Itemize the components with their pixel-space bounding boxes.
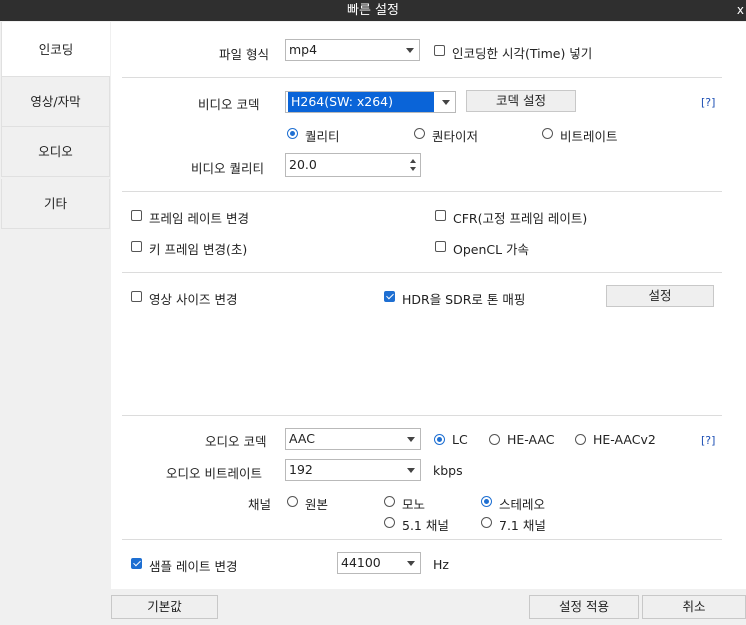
profile-he-aacv2-radio[interactable] (575, 434, 586, 445)
mode-bitrate-label: 비트레이트 (560, 129, 618, 144)
channel-7-1-label: 7.1 채널 (499, 518, 546, 533)
audio-help-link[interactable]: [?] (701, 434, 715, 447)
time-insert-label: 인코딩한 시각(Time) 넣기 (452, 46, 593, 61)
cfr-label: CFR(고정 프레임 레이트) (453, 211, 588, 226)
mode-quantizer-label: 퀀타이저 (432, 129, 479, 144)
tab-list: 인코딩 영상/자막 오디오 기타 (0, 22, 111, 589)
mode-quality-radio[interactable] (287, 128, 298, 139)
channel-7-1-radio[interactable] (481, 517, 492, 528)
tab-etc[interactable]: 기타 (1, 179, 110, 229)
close-icon[interactable]: x (737, 0, 744, 21)
keyframe-change-label: 키 프레임 변경(초) (149, 242, 248, 257)
spin-up-icon[interactable] (410, 159, 416, 163)
window-title: 빠른 설정 (347, 3, 399, 18)
divider (122, 191, 722, 192)
default-button[interactable]: 기본값 (111, 595, 218, 619)
profile-he-aac-label: HE-AAC (507, 432, 555, 447)
video-codec-value: H264(SW: x264) (288, 92, 434, 112)
tab-video-subtitle[interactable]: 영상/자막 (1, 77, 110, 127)
sample-rate-select[interactable]: 44100 (337, 552, 421, 574)
video-quality-value: 20.0 (289, 157, 317, 172)
opencl-label: OpenCL 가속 (453, 242, 530, 257)
chevron-down-icon (407, 561, 415, 566)
chevron-down-icon (407, 437, 415, 442)
chevron-down-icon (407, 468, 415, 473)
title-bar: 빠른 설정 x (0, 0, 746, 21)
divider (122, 77, 722, 78)
audio-bitrate-value: 192 (289, 462, 313, 477)
sample-rate-value: 44100 (341, 555, 381, 570)
video-quality-label: 비디오 퀄리티 (191, 161, 264, 176)
chevron-down-icon (442, 100, 450, 105)
audio-codec-select[interactable]: AAC (285, 428, 421, 450)
mode-quality-label: 퀄리티 (305, 129, 340, 144)
frame-rate-change-checkbox[interactable] (131, 210, 142, 221)
channel-5-1-label: 5.1 채널 (402, 518, 449, 533)
profile-lc-label: LC (452, 432, 468, 447)
audio-bitrate-unit: kbps (433, 463, 463, 478)
file-format-value: mp4 (289, 42, 318, 57)
settings-panel: 파일 형식 mp4 인코딩한 시각(Time) 넣기 비디오 코덱 H264(S… (111, 22, 746, 589)
profile-he-aacv2-label: HE-AACv2 (593, 432, 656, 447)
channel-5-1-radio[interactable] (384, 517, 395, 528)
channel-label: 채널 (248, 497, 272, 512)
audio-bitrate-label: 오디오 비트레이트 (166, 466, 262, 481)
divider (122, 415, 722, 416)
divider (122, 272, 722, 273)
spin-down-icon[interactable] (410, 167, 416, 171)
hdr-settings-button[interactable]: 설정 (606, 285, 714, 307)
channel-mono-radio[interactable] (384, 496, 395, 507)
tab-audio[interactable]: 오디오 (1, 127, 110, 177)
codec-settings-button[interactable]: 코덱 설정 (466, 90, 576, 112)
video-quality-spinner[interactable]: 20.0 (285, 153, 421, 177)
cancel-button[interactable]: 취소 (642, 595, 746, 619)
channel-original-label: 원본 (305, 497, 329, 512)
resize-checkbox[interactable] (131, 291, 142, 302)
divider (122, 539, 722, 540)
channel-stereo-radio[interactable] (481, 496, 492, 507)
sample-rate-change-checkbox[interactable] (131, 558, 142, 569)
profile-lc-radio[interactable] (434, 434, 445, 445)
channel-original-radio[interactable] (287, 496, 298, 507)
tab-encoding[interactable]: 인코딩 (1, 22, 110, 77)
keyframe-change-checkbox[interactable] (131, 241, 142, 252)
channel-stereo-label: 스테레오 (499, 497, 546, 512)
resize-label: 영상 사이즈 변경 (149, 292, 238, 307)
cfr-checkbox[interactable] (435, 210, 446, 221)
mode-bitrate-radio[interactable] (542, 128, 553, 139)
file-format-label: 파일 형식 (219, 47, 269, 62)
chevron-down-icon (406, 48, 414, 53)
sample-rate-change-label: 샘플 레이트 변경 (149, 559, 238, 574)
mode-quantizer-radio[interactable] (414, 128, 425, 139)
file-format-select[interactable]: mp4 (285, 39, 420, 61)
time-insert-checkbox[interactable] (434, 45, 445, 56)
channel-mono-label: 모노 (402, 497, 426, 512)
opencl-checkbox[interactable] (435, 241, 446, 252)
audio-codec-value: AAC (289, 431, 315, 446)
sample-rate-unit: Hz (433, 557, 449, 572)
profile-he-aac-radio[interactable] (489, 434, 500, 445)
audio-codec-label: 오디오 코덱 (205, 434, 267, 449)
frame-rate-change-label: 프레임 레이트 변경 (149, 211, 249, 226)
video-codec-label: 비디오 코덱 (198, 97, 260, 112)
video-help-link[interactable]: [?] (701, 96, 715, 109)
hdr-to-sdr-checkbox[interactable] (384, 291, 395, 302)
hdr-to-sdr-label: HDR을 SDR로 톤 매핑 (402, 292, 526, 307)
video-codec-select[interactable]: H264(SW: x264) (285, 91, 456, 113)
apply-button[interactable]: 설정 적용 (529, 595, 639, 619)
audio-bitrate-select[interactable]: 192 (285, 459, 421, 481)
